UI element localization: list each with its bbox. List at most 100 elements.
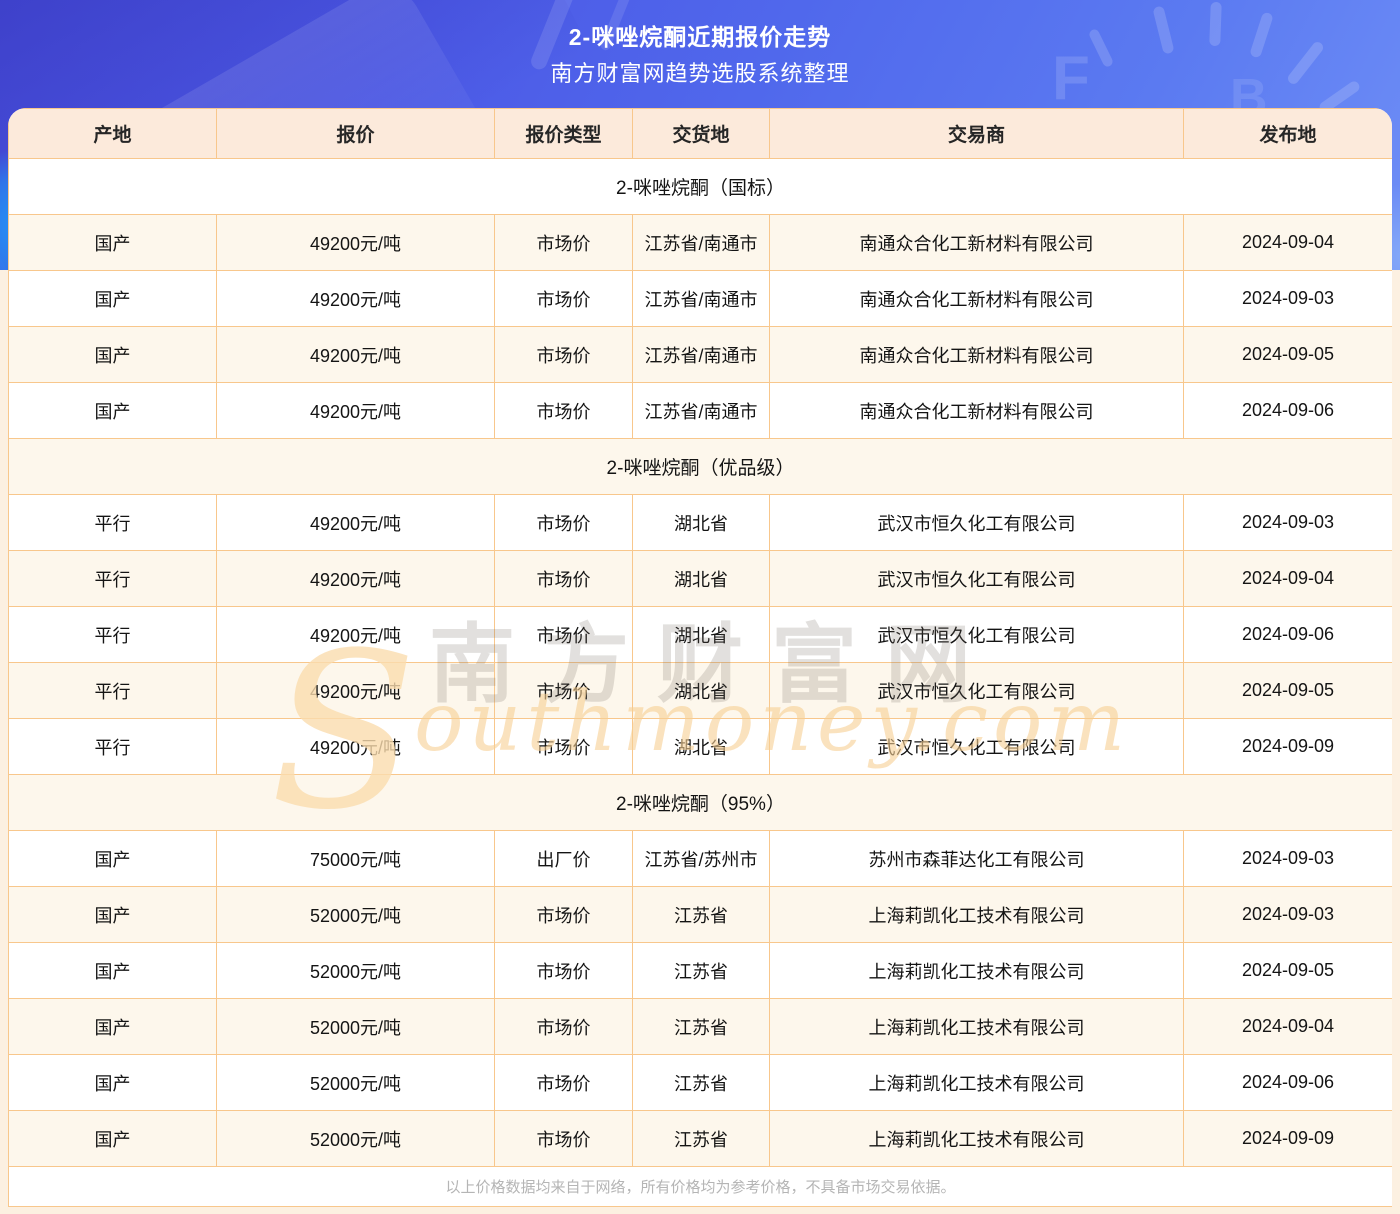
cell-delivery-place: 江苏省/南通市: [633, 383, 770, 439]
column-header-origin: 产地: [9, 109, 217, 159]
price-row: 平行49200元/吨市场价湖北省武汉市恒久化工有限公司2024-09-04: [9, 551, 1393, 607]
cell-price: 49200元/吨: [217, 607, 495, 663]
cell-origin: 平行: [9, 495, 217, 551]
price-row: 平行49200元/吨市场价湖北省武汉市恒久化工有限公司2024-09-06: [9, 607, 1393, 663]
price-table-foot: 以上价格数据均来自于网络，所有价格均为参考价格，不具备市场交易依据。: [9, 1167, 1393, 1207]
cell-trader: 南通众合化工新材料有限公司: [770, 327, 1184, 383]
cell-price: 75000元/吨: [217, 831, 495, 887]
cell-origin: 国产: [9, 1055, 217, 1111]
cell-publish-date: 2024-09-09: [1184, 719, 1393, 775]
footer-note-row: 以上价格数据均来自于网络，所有价格均为参考价格，不具备市场交易依据。: [9, 1167, 1393, 1207]
cell-price-type: 市场价: [495, 1111, 633, 1167]
cell-price-type: 市场价: [495, 271, 633, 327]
cell-price-type: 市场价: [495, 327, 633, 383]
section-header-row: 2-咪唑烷酮（国标）: [9, 159, 1393, 215]
cell-price: 49200元/吨: [217, 327, 495, 383]
cell-publish-date: 2024-09-04: [1184, 999, 1393, 1055]
cell-trader: 南通众合化工新材料有限公司: [770, 383, 1184, 439]
price-table: 产地 报价 报价类型 交货地 交易商 发布地 2-咪唑烷酮（国标）国产49200…: [8, 108, 1392, 1207]
cell-price-type: 市场价: [495, 607, 633, 663]
cell-price-type: 市场价: [495, 495, 633, 551]
cell-price-type: 市场价: [495, 719, 633, 775]
cell-publish-date: 2024-09-03: [1184, 271, 1393, 327]
cell-origin: 平行: [9, 551, 217, 607]
cell-publish-date: 2024-09-05: [1184, 943, 1393, 999]
section-title: 2-咪唑烷酮（95%）: [9, 775, 1393, 831]
column-header-price-type: 报价类型: [495, 109, 633, 159]
cell-price: 49200元/吨: [217, 663, 495, 719]
cell-delivery-place: 江苏省/南通市: [633, 271, 770, 327]
cell-publish-date: 2024-09-05: [1184, 327, 1393, 383]
cell-price-type: 市场价: [495, 215, 633, 271]
section-title: 2-咪唑烷酮（国标）: [9, 159, 1393, 215]
cell-delivery-place: 湖北省: [633, 719, 770, 775]
cell-publish-date: 2024-09-04: [1184, 551, 1393, 607]
cell-publish-date: 2024-09-06: [1184, 383, 1393, 439]
cell-delivery-place: 江苏省: [633, 887, 770, 943]
page-title: 2-咪唑烷酮近期报价走势: [0, 23, 1400, 51]
footer-note: 以上价格数据均来自于网络，所有价格均为参考价格，不具备市场交易依据。: [9, 1167, 1393, 1207]
price-row: 国产75000元/吨出厂价江苏省/苏州市苏州市森菲达化工有限公司2024-09-…: [9, 831, 1393, 887]
section-title: 2-咪唑烷酮（优品级）: [9, 439, 1393, 495]
cell-price: 49200元/吨: [217, 719, 495, 775]
cell-price: 52000元/吨: [217, 999, 495, 1055]
section-header-row: 2-咪唑烷酮（95%）: [9, 775, 1393, 831]
cell-publish-date: 2024-09-06: [1184, 1055, 1393, 1111]
cell-publish-date: 2024-09-09: [1184, 1111, 1393, 1167]
price-row: 国产49200元/吨市场价江苏省/南通市南通众合化工新材料有限公司2024-09…: [9, 327, 1393, 383]
column-header-delivery: 交货地: [633, 109, 770, 159]
cell-trader: 武汉市恒久化工有限公司: [770, 719, 1184, 775]
cell-price-type: 出厂价: [495, 831, 633, 887]
page-subtitle: 南方财富网趋势选股系统整理: [0, 60, 1400, 88]
column-header-row: 产地 报价 报价类型 交货地 交易商 发布地: [9, 109, 1393, 159]
price-row: 国产52000元/吨市场价江苏省上海莉凯化工技术有限公司2024-09-03: [9, 887, 1393, 943]
cell-trader: 武汉市恒久化工有限公司: [770, 663, 1184, 719]
cell-trader: 上海莉凯化工技术有限公司: [770, 943, 1184, 999]
cell-delivery-place: 江苏省: [633, 999, 770, 1055]
cell-delivery-place: 湖北省: [633, 607, 770, 663]
cell-publish-date: 2024-09-06: [1184, 607, 1393, 663]
cell-delivery-place: 江苏省: [633, 1055, 770, 1111]
cell-origin: 国产: [9, 943, 217, 999]
price-table-head: 产地 报价 报价类型 交货地 交易商 发布地: [9, 109, 1393, 159]
price-row: 国产52000元/吨市场价江苏省上海莉凯化工技术有限公司2024-09-06: [9, 1055, 1393, 1111]
cell-origin: 国产: [9, 383, 217, 439]
cell-price: 52000元/吨: [217, 943, 495, 999]
cell-publish-date: 2024-09-03: [1184, 495, 1393, 551]
cell-delivery-place: 江苏省/苏州市: [633, 831, 770, 887]
price-row: 国产52000元/吨市场价江苏省上海莉凯化工技术有限公司2024-09-09: [9, 1111, 1393, 1167]
cell-delivery-place: 江苏省/南通市: [633, 327, 770, 383]
price-row: 平行49200元/吨市场价湖北省武汉市恒久化工有限公司2024-09-03: [9, 495, 1393, 551]
cell-price: 52000元/吨: [217, 887, 495, 943]
cell-price: 49200元/吨: [217, 215, 495, 271]
cell-price-type: 市场价: [495, 887, 633, 943]
cell-price: 49200元/吨: [217, 271, 495, 327]
cell-publish-date: 2024-09-05: [1184, 663, 1393, 719]
price-table-body: 2-咪唑烷酮（国标）国产49200元/吨市场价江苏省/南通市南通众合化工新材料有…: [9, 159, 1393, 1167]
price-row: 国产49200元/吨市场价江苏省/南通市南通众合化工新材料有限公司2024-09…: [9, 271, 1393, 327]
cell-price: 52000元/吨: [217, 1111, 495, 1167]
cell-origin: 国产: [9, 999, 217, 1055]
column-header-publish-date: 发布地: [1184, 109, 1393, 159]
price-row: 国产49200元/吨市场价江苏省/南通市南通众合化工新材料有限公司2024-09…: [9, 215, 1393, 271]
cell-origin: 国产: [9, 327, 217, 383]
cell-price-type: 市场价: [495, 663, 633, 719]
cell-origin: 国产: [9, 271, 217, 327]
price-row: 国产49200元/吨市场价江苏省/南通市南通众合化工新材料有限公司2024-09…: [9, 383, 1393, 439]
cell-publish-date: 2024-09-03: [1184, 887, 1393, 943]
cell-publish-date: 2024-09-03: [1184, 831, 1393, 887]
cell-price-type: 市场价: [495, 383, 633, 439]
cell-trader: 上海莉凯化工技术有限公司: [770, 1055, 1184, 1111]
column-header-price: 报价: [217, 109, 495, 159]
cell-origin: 国产: [9, 1111, 217, 1167]
cell-trader: 武汉市恒久化工有限公司: [770, 551, 1184, 607]
column-header-trader: 交易商: [770, 109, 1184, 159]
price-row: 国产52000元/吨市场价江苏省上海莉凯化工技术有限公司2024-09-04: [9, 999, 1393, 1055]
cell-trader: 南通众合化工新材料有限公司: [770, 215, 1184, 271]
section-header-row: 2-咪唑烷酮（优品级）: [9, 439, 1393, 495]
cell-delivery-place: 江苏省/南通市: [633, 215, 770, 271]
cell-trader: 武汉市恒久化工有限公司: [770, 607, 1184, 663]
cell-price: 49200元/吨: [217, 383, 495, 439]
cell-trader: 上海莉凯化工技术有限公司: [770, 887, 1184, 943]
cell-price: 52000元/吨: [217, 1055, 495, 1111]
